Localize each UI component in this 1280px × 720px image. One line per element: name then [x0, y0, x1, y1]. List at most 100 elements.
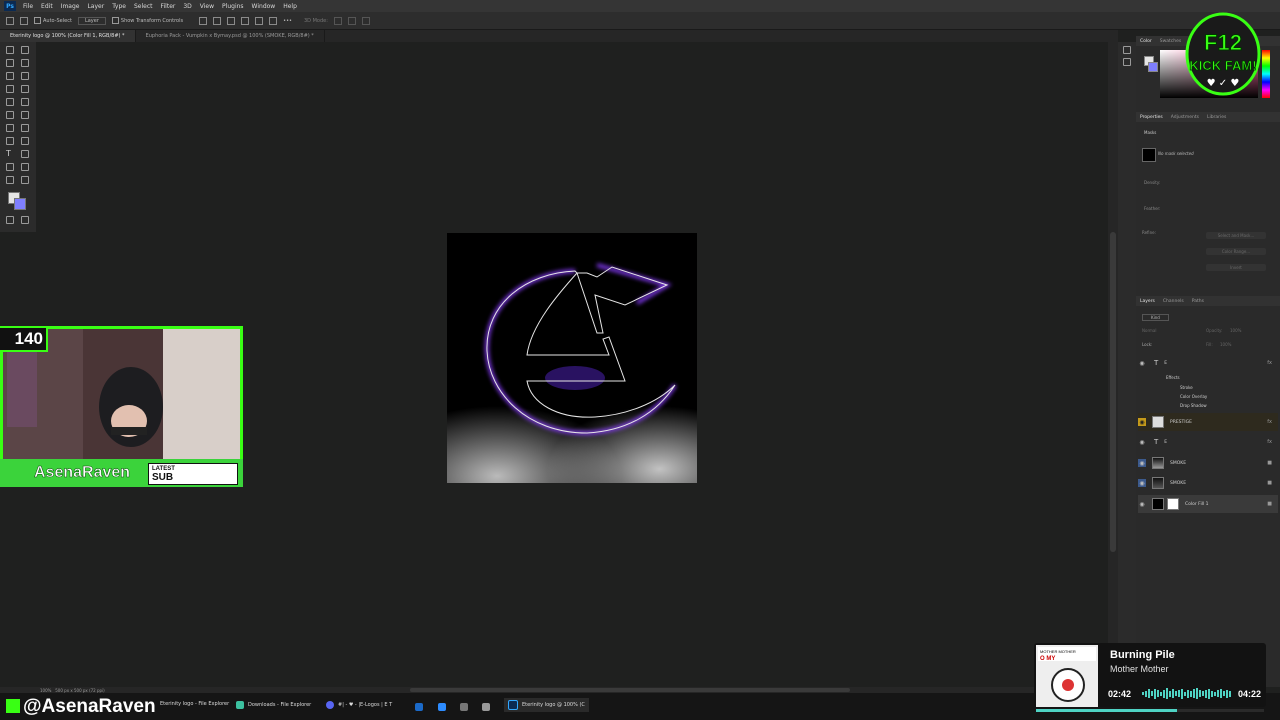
layer-name[interactable]: SMOKE [1170, 461, 1186, 466]
visibility-eye-icon[interactable]: ◉ [1138, 418, 1146, 426]
zoom-tool-icon[interactable] [6, 176, 14, 184]
auto-select-checkbox[interactable]: Auto-Select [34, 17, 72, 24]
tab-color[interactable]: Color [1136, 39, 1156, 44]
effect-stroke[interactable]: Stroke [1180, 385, 1193, 390]
document-canvas[interactable] [447, 233, 697, 483]
dodge-tool-icon[interactable] [6, 137, 14, 145]
invert-button[interactable]: Invert [1206, 264, 1266, 271]
color-range-button[interactable]: Color Range... [1206, 248, 1266, 255]
tab-paths[interactable]: Paths [1188, 299, 1208, 304]
select-and-mask-button[interactable]: Select and Mask... [1206, 232, 1266, 239]
fill-value[interactable]: 100% [1220, 342, 1231, 347]
3d-pan-icon[interactable] [347, 16, 356, 25]
tab-channels[interactable]: Channels [1159, 299, 1188, 304]
vertical-scrollbar[interactable] [1108, 42, 1118, 687]
layer-name[interactable]: Color Fill 1 [1185, 502, 1208, 507]
menu-3d[interactable]: 3D [179, 3, 195, 10]
taskbar-photoshop[interactable]: Eterinity logo @ 100% (C [504, 698, 589, 712]
layer-filter-dropdown[interactable]: Kind [1142, 314, 1169, 321]
tab-properties[interactable]: Properties [1136, 115, 1167, 120]
taskbar-file-explorer-1[interactable]: Eterinity logo - File Explorer [160, 701, 229, 707]
home-icon[interactable] [6, 16, 14, 25]
history-brush-icon[interactable] [6, 111, 14, 119]
opacity-value[interactable]: 100% [1230, 328, 1241, 333]
menu-select[interactable]: Select [130, 3, 157, 10]
steam-icon[interactable] [415, 703, 423, 711]
align-bottom-icon[interactable] [269, 16, 278, 25]
tab-euphoria-pack[interactable]: Euphoria Pack - Vumpkin x Bymay.psd @ 10… [136, 30, 325, 42]
menu-filter[interactable]: Filter [157, 3, 180, 10]
layer-row[interactable]: ◉ T E fx [1138, 433, 1278, 451]
rectangle-tool-icon[interactable] [6, 163, 14, 171]
tab-swatches[interactable]: Swatches [1156, 39, 1186, 44]
lasso-tool-icon[interactable] [6, 59, 14, 67]
layer-row[interactable]: ◉ PRESTIGE fx [1138, 413, 1278, 431]
more-options-icon[interactable]: ••• [283, 18, 292, 24]
vertical-scroll-thumb[interactable] [1110, 232, 1116, 552]
layer-name[interactable]: E [1164, 440, 1167, 445]
frame-tool-icon[interactable] [21, 72, 29, 80]
align-left-icon[interactable] [199, 16, 208, 25]
move-tool-icon[interactable] [20, 16, 28, 25]
app-icon[interactable] [482, 703, 490, 711]
menu-file[interactable]: File [19, 3, 37, 10]
distribute-icon[interactable] [241, 16, 250, 25]
type-tool-icon[interactable]: T [6, 150, 14, 158]
layer-row[interactable]: ◉ SMOKE ■ [1138, 454, 1278, 472]
color-bg-swatch[interactable] [1148, 62, 1158, 72]
app-icon[interactable] [438, 703, 446, 711]
layer-row[interactable]: ◉ T E fx [1138, 354, 1278, 372]
effect-color-overlay[interactable]: Color Overlay [1180, 394, 1207, 399]
more-tools-icon[interactable] [21, 176, 29, 184]
healing-brush-icon[interactable] [21, 85, 29, 93]
transform-controls-checkbox[interactable]: Show Transform Controls [111, 17, 183, 24]
marquee-tool-icon[interactable] [21, 46, 29, 54]
layer-name[interactable]: E [1164, 361, 1167, 366]
align-center-icon[interactable] [213, 16, 222, 25]
path-select-icon[interactable] [21, 150, 29, 158]
menu-edit[interactable]: Edit [37, 3, 57, 10]
tab-layers[interactable]: Layers [1136, 299, 1159, 304]
properties-panel-icon[interactable] [1123, 58, 1131, 66]
layer-name[interactable]: SMOKE [1170, 481, 1186, 486]
hue-slider[interactable] [1262, 50, 1270, 98]
history-panel-icon[interactable] [1123, 46, 1131, 54]
effect-drop-shadow[interactable]: Drop Shadow [1180, 403, 1207, 408]
tab-adjustments[interactable]: Adjustments [1167, 115, 1203, 120]
layer-name[interactable]: PRESTIGE [1170, 420, 1192, 425]
hand-tool-icon[interactable] [21, 163, 29, 171]
tab-libraries[interactable]: Libraries [1203, 115, 1230, 120]
eyedropper-icon[interactable] [6, 85, 14, 93]
blur-tool-icon[interactable] [21, 124, 29, 132]
visibility-eye-icon[interactable]: ◉ [1138, 479, 1146, 487]
eraser-tool-icon[interactable] [21, 111, 29, 119]
blend-mode-dropdown[interactable]: Normal [1142, 328, 1156, 333]
align-top-icon[interactable] [255, 16, 264, 25]
visibility-eye-icon[interactable]: ◉ [1138, 500, 1146, 508]
menu-view[interactable]: View [196, 3, 218, 10]
magic-wand-icon[interactable] [21, 59, 29, 67]
tab-eterinity-logo[interactable]: Eterinity logo @ 100% (Color Fill 1, RGB… [0, 30, 136, 42]
layer-row[interactable]: ◉ SMOKE ■ [1138, 474, 1278, 492]
3d-orbit-icon[interactable] [333, 16, 342, 25]
menu-window[interactable]: Window [248, 3, 280, 10]
menu-type[interactable]: Type [108, 3, 130, 10]
layer-dropdown[interactable]: Layer [77, 16, 106, 25]
brush-tool-icon[interactable] [6, 98, 14, 106]
menu-help[interactable]: Help [279, 3, 301, 10]
background-color-swatch[interactable] [14, 198, 26, 210]
horizontal-scroll-thumb[interactable] [410, 688, 850, 692]
clone-stamp-icon[interactable] [21, 98, 29, 106]
taskbar-downloads[interactable]: Downloads - File Explorer [236, 701, 311, 709]
3d-slide-icon[interactable] [361, 16, 370, 25]
quick-mask-icon[interactable] [6, 216, 14, 224]
visibility-eye-icon[interactable]: ◉ [1138, 459, 1146, 467]
app-icon[interactable] [460, 703, 468, 711]
gradient-tool-icon[interactable] [6, 124, 14, 132]
move-tool-icon[interactable] [6, 46, 14, 54]
layer-row[interactable]: ◉ Color Fill 1 ■ [1138, 495, 1278, 513]
taskbar-discord[interactable]: #| - ♥ - |E-Logos | E T [326, 701, 392, 709]
menu-image[interactable]: Image [57, 3, 84, 10]
menu-plugins[interactable]: Plugins [218, 3, 248, 10]
screen-mode-icon[interactable] [21, 216, 29, 224]
